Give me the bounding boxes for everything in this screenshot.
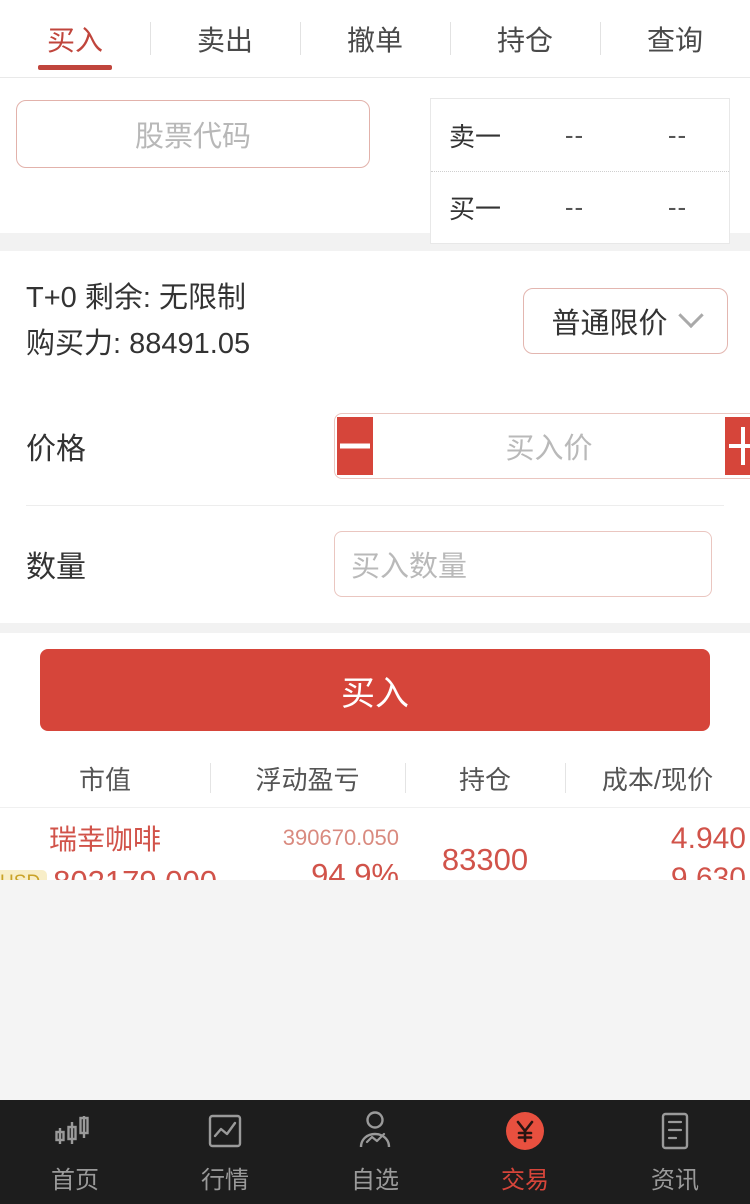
order-type-value: 普通限价 xyxy=(551,308,668,341)
tab-query-label: 查询 xyxy=(646,24,703,56)
t0-remaining: T+0 剩余: 无限制 xyxy=(26,282,246,314)
tab-sell-label: 卖出 xyxy=(196,24,253,56)
bid-volume: -- xyxy=(667,192,688,222)
tab-cancel-order-label: 撤单 xyxy=(346,24,403,56)
holdings-header-row: 市值 浮动盈亏 持仓 成本/现价 xyxy=(0,749,750,807)
tab-query[interactable]: 查询 xyxy=(600,0,750,77)
bid-label: 买一 xyxy=(449,194,502,224)
order-type-tabs: 买入 卖出 撤单 持仓 查询 xyxy=(0,0,750,78)
price-row: 价格 买入价 xyxy=(0,387,750,505)
empty-area xyxy=(0,880,750,1100)
nav-item-news[interactable]: 资讯 xyxy=(600,1109,750,1195)
nav-item-watchlist-label: 自选 xyxy=(351,1167,399,1194)
person-icon xyxy=(355,1109,395,1153)
nav-item-trade[interactable]: 交易 xyxy=(450,1109,600,1195)
tab-buy[interactable]: 买入 xyxy=(0,0,150,77)
order-type-select[interactable]: 普通限价 xyxy=(523,288,728,355)
price-increment-button[interactable] xyxy=(725,417,750,476)
price-label: 价格 xyxy=(26,433,86,467)
bid-price: -- xyxy=(564,192,585,222)
chart-icon xyxy=(205,1109,245,1153)
tab-buy-label: 买入 xyxy=(46,24,103,56)
trading-app-screen: 买入 卖出 撤单 持仓 查询 股票代码 卖一 -- -- 买一 -- -- T+… xyxy=(0,0,750,1204)
document-icon xyxy=(656,1109,694,1153)
nav-item-news-label: 资讯 xyxy=(651,1167,699,1194)
quote-panel: 卖一 -- -- 买一 -- -- xyxy=(430,98,730,244)
yen-circle-icon xyxy=(503,1109,547,1153)
nav-item-home[interactable]: 首页 xyxy=(0,1109,150,1195)
holding-cost: 4.940 xyxy=(670,822,746,856)
quantity-row: 数量 买入数量 xyxy=(0,505,750,623)
nav-item-trade-label: 交易 xyxy=(501,1167,549,1194)
ask-label: 卖一 xyxy=(449,121,502,152)
chevron-down-icon xyxy=(677,302,704,329)
candlestick-icon xyxy=(53,1109,97,1153)
bottom-navigation: 首页 行情 自选 交易 资讯 xyxy=(0,1100,750,1204)
tab-sell[interactable]: 卖出 xyxy=(150,0,300,77)
quantity-input[interactable]: 买入数量 xyxy=(334,531,712,598)
nav-item-watchlist[interactable]: 自选 xyxy=(300,1109,450,1195)
price-stepper: 买入价 xyxy=(334,413,750,480)
holding-position: 83300 xyxy=(441,842,529,878)
quote-row-ask[interactable]: 卖一 -- -- xyxy=(431,99,729,171)
tab-cancel-order[interactable]: 撤单 xyxy=(300,0,450,77)
ask-volume: -- xyxy=(667,119,688,150)
holding-pl-amount: 390670.050 xyxy=(282,825,399,851)
order-form: T+0 剩余: 无限制 购买力: 88491.05 普通限价 价格 买入价 数量… xyxy=(0,251,750,624)
tab-positions[interactable]: 持仓 xyxy=(450,0,600,77)
tab-positions-label: 持仓 xyxy=(496,24,553,56)
holding-name: 瑞幸咖啡 xyxy=(48,824,161,856)
tab-active-underline xyxy=(38,65,112,70)
buy-button[interactable]: 买入 xyxy=(40,649,710,732)
nav-item-market-label: 行情 xyxy=(201,1167,249,1194)
nav-item-market[interactable]: 行情 xyxy=(150,1109,300,1195)
header-floating-pl: 浮动盈亏 xyxy=(210,749,405,807)
header-market-value: 市值 xyxy=(78,764,131,795)
ask-price: -- xyxy=(564,119,585,150)
buying-power: 购买力: 88491.05 xyxy=(26,328,251,361)
submit-area: 买入 xyxy=(0,633,750,750)
quantity-label: 数量 xyxy=(26,551,86,585)
header-cost-price: 成本/现价 xyxy=(565,749,750,807)
stock-code-section: 股票代码 卖一 -- -- 买一 -- -- xyxy=(0,78,750,244)
stock-code-input[interactable]: 股票代码 xyxy=(16,100,370,168)
price-input[interactable]: 买入价 xyxy=(375,425,723,467)
account-summary: T+0 剩余: 无限制 购买力: 88491.05 普通限价 xyxy=(0,251,750,387)
header-position: 持仓 xyxy=(405,749,565,807)
section-divider-2 xyxy=(0,623,750,634)
price-decrement-button[interactable] xyxy=(337,417,373,476)
nav-item-home-label: 首页 xyxy=(51,1167,99,1194)
quote-row-bid[interactable]: 买一 -- -- xyxy=(431,171,729,243)
